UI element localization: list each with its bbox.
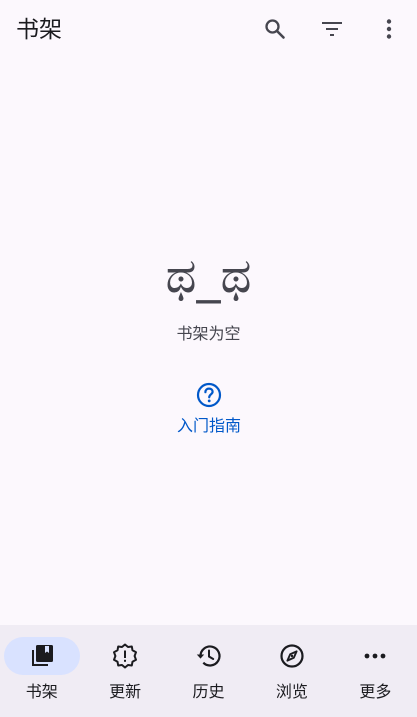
filter-button[interactable] xyxy=(312,9,352,49)
more-horiz-icon xyxy=(364,653,386,659)
empty-kaomoji: ಥ_ಥ xyxy=(165,248,252,304)
nav-label-library: 书架 xyxy=(25,682,58,701)
getting-started-guide-button[interactable]: 入门指南 xyxy=(158,382,260,448)
empty-message: 书架为空 xyxy=(176,324,241,343)
history-icon xyxy=(196,645,221,667)
filter-icon xyxy=(322,22,342,36)
nav-item-history[interactable]: 历史 xyxy=(167,625,250,717)
nav-icon-holder xyxy=(337,637,413,675)
help-circle-icon xyxy=(196,382,222,408)
more-options-button[interactable] xyxy=(369,9,409,49)
nav-label-browse: 浏览 xyxy=(275,682,308,701)
nav-icon-holder xyxy=(87,637,163,675)
nav-item-more[interactable]: 更多 xyxy=(334,625,417,717)
nav-icon-holder xyxy=(254,637,330,675)
search-button[interactable] xyxy=(255,9,295,49)
page-title: 书架 xyxy=(16,17,62,43)
nav-label-history: 历史 xyxy=(192,682,225,701)
search-icon xyxy=(265,19,285,39)
nav-icon-holder xyxy=(171,637,247,675)
new-releases-icon xyxy=(113,643,138,669)
more-vert-icon xyxy=(386,19,392,39)
nav-label-more: 更多 xyxy=(359,682,392,701)
explore-icon xyxy=(280,644,304,668)
guide-label: 入门指南 xyxy=(176,416,241,435)
nav-item-updates[interactable]: 更新 xyxy=(83,625,166,717)
nav-active-indicator xyxy=(3,637,80,675)
bottom-navigation: 书架 更新 历史 浏览 更多 xyxy=(0,625,417,717)
top-app-bar: 书架 xyxy=(0,0,417,62)
nav-item-browse[interactable]: 浏览 xyxy=(250,625,333,717)
library-books-icon xyxy=(31,645,53,666)
nav-label-updates: 更新 xyxy=(109,682,142,701)
nav-item-library[interactable]: 书架 xyxy=(0,625,83,717)
